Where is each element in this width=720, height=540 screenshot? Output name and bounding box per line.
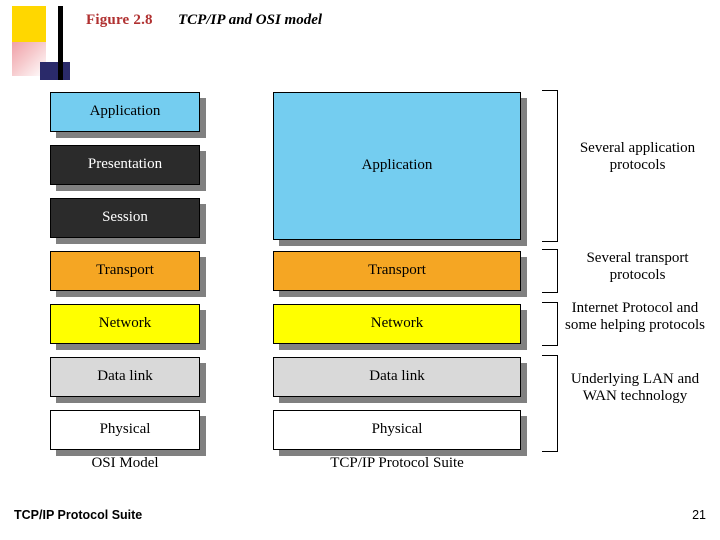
decor-yellow-square	[12, 6, 46, 42]
tcp-layer-application: Application	[273, 92, 521, 240]
osi-layer-application: Application	[50, 92, 200, 132]
bracket-link	[542, 355, 558, 452]
page-number: 21	[692, 508, 706, 522]
osi-column-caption: OSI Model	[91, 455, 159, 471]
bracket-application	[542, 90, 558, 242]
figure-title: TCP/IP and OSI model	[178, 12, 323, 28]
osi-layer-data-link: Data link	[50, 357, 200, 397]
annotation-underlying-technology: Underlying LAN and WAN technology	[570, 371, 700, 404]
tcp-layer-network: Network	[273, 304, 521, 344]
tcp-layer-transport: Transport	[273, 251, 521, 291]
bracket-transport	[542, 249, 558, 293]
annotation-internet-protocol: Internet Protocol and some helping proto…	[565, 300, 705, 333]
decor-vertical-bar	[58, 6, 63, 80]
tcp-layer-physical: Physical	[273, 410, 521, 450]
tcp-layer-data-link: Data link	[273, 357, 521, 397]
osi-layer-presentation: Presentation	[50, 145, 200, 185]
osi-layer-network: Network	[50, 304, 200, 344]
osi-layer-physical: Physical	[50, 410, 200, 450]
footer-title: TCP/IP Protocol Suite	[14, 508, 143, 522]
osi-layer-session: Session	[50, 198, 200, 238]
tcpip-column-caption: TCP/IP Protocol Suite	[330, 455, 464, 471]
figure-label: Figure 2.8	[86, 12, 153, 28]
annotation-application-protocols: Several application protocols	[579, 140, 696, 173]
decor-navy-square	[40, 62, 70, 80]
osi-layer-transport: Transport	[50, 251, 200, 291]
annotation-transport-protocols: Several transport protocols	[586, 250, 689, 283]
